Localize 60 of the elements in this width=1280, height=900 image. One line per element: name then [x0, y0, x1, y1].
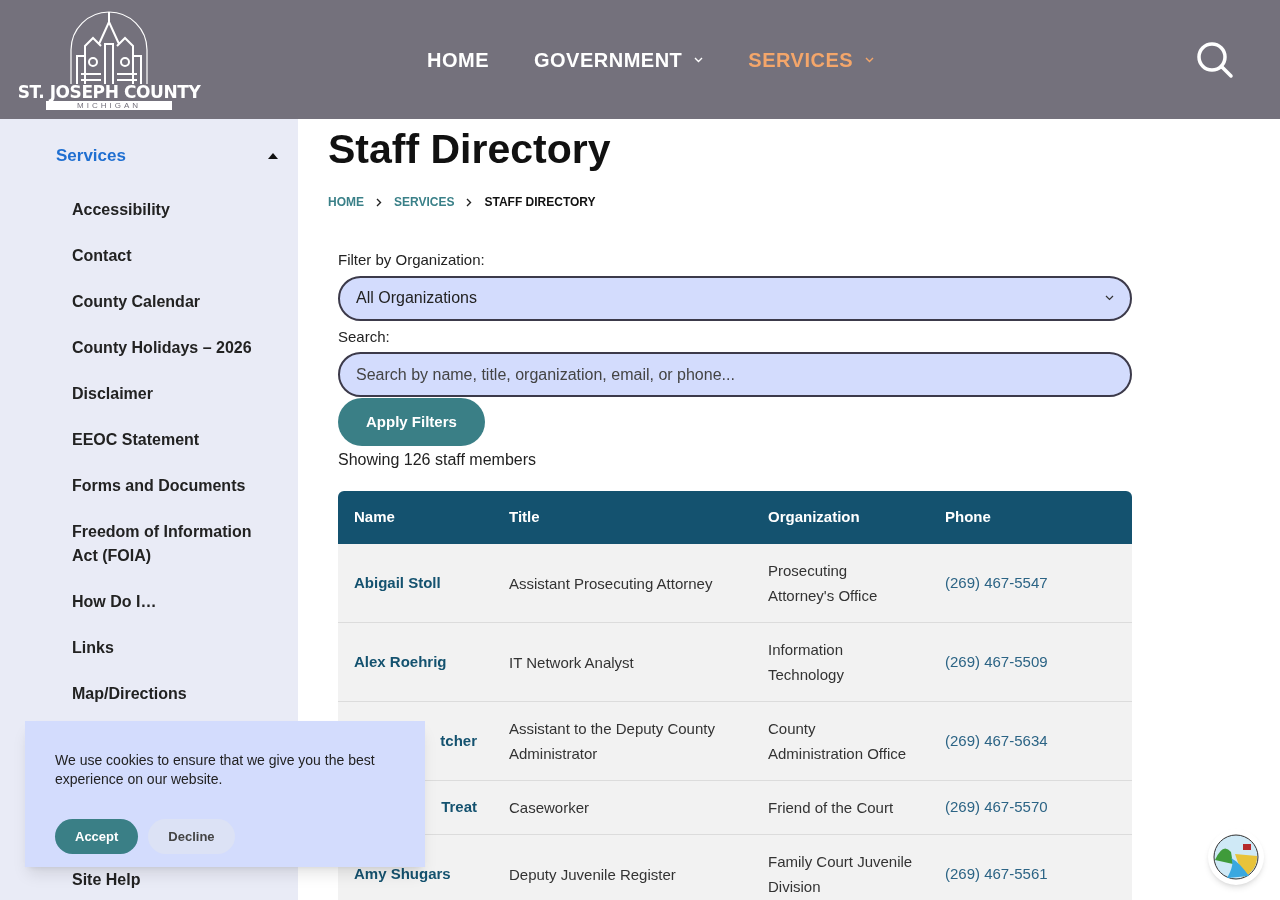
table-cell: IT Network Analyst: [493, 622, 752, 702]
sidebar-item[interactable]: Forms and Documents: [72, 473, 246, 498]
nav-link[interactable]: HOME: [427, 44, 489, 75]
table-cell: Assistant to the Deputy County Administrator: [493, 701, 752, 781]
table-cell: County Administration Office: [752, 701, 929, 781]
table-cell: Information Technology: [752, 622, 929, 702]
column-header: Organization: [752, 491, 929, 544]
name-link[interactable]: Alex Roehrig: [354, 652, 447, 670]
table-cell: Assistant Prosecuting Attorney: [493, 544, 752, 623]
result-count: Showing 126 staff members: [338, 450, 538, 470]
column-header: Phone: [929, 491, 1132, 544]
phone-link[interactable]: (269) 467-5561: [945, 864, 1048, 882]
search-label: Search:: [338, 326, 391, 347]
column-header: Name: [338, 491, 493, 544]
phone-link[interactable]: (269) 467-5509: [945, 652, 1048, 670]
cookie-message: We use cookies to ensure that we give you the best experience on our website.: [55, 751, 376, 789]
table-cell: Deputy Juvenile Register: [493, 834, 752, 900]
table-cell: Caseworker: [493, 780, 752, 835]
organization-select[interactable]: All Organizations: [338, 275, 1132, 321]
filter-label: Filter by Organization:: [338, 250, 486, 270]
logo-title: ST. JOSEPH COUNTY: [17, 83, 201, 101]
sidebar-item[interactable]: County Calendar: [72, 289, 200, 314]
sidebar-item[interactable]: Disclaimer: [72, 381, 153, 406]
sidebar-item[interactable]: Links: [72, 635, 114, 660]
caret-icon[interactable]: [268, 152, 278, 159]
sidebar-item[interactable]: Map/Directions: [72, 681, 187, 706]
table-cell: Prosecuting Attorney's Office: [752, 544, 929, 623]
table-cell: Friend of the Court: [752, 780, 929, 835]
accept-button[interactable]: Accept: [55, 819, 139, 854]
breadcrumb-link[interactable]: SERVICES: [394, 193, 455, 211]
phone-link[interactable]: (269) 467-5547: [945, 573, 1048, 591]
countryside-badge-icon[interactable]: [1208, 829, 1264, 885]
sidebar-item[interactable]: Freedom of Information Act (FOIA): [72, 519, 256, 568]
sidebar-item[interactable]: How Do I…: [72, 589, 157, 614]
chevron-right-icon: [466, 197, 473, 207]
sidebar-item[interactable]: EEOC Statement: [72, 427, 200, 452]
phone-link[interactable]: (269) 467-5570: [945, 798, 1048, 816]
chevron-down-icon: [1105, 295, 1114, 301]
breadcrumb-link[interactable]: STAFF DIRECTORY: [484, 193, 596, 211]
nav-link[interactable]: GOVERNMENT: [534, 44, 704, 75]
decline-button[interactable]: Decline: [148, 819, 235, 854]
sidebar-item[interactable]: Accessibility: [72, 197, 170, 222]
chevron-right-icon: [376, 197, 382, 207]
search-icon[interactable]: [1196, 40, 1234, 79]
sidebar-item[interactable]: County Holidays – 2026: [72, 335, 252, 360]
sidebar-item[interactable]: Site Help: [72, 867, 141, 892]
sidebar-item[interactable]: Contact: [72, 243, 132, 268]
breadcrumb-link[interactable]: HOME: [328, 193, 364, 211]
table-cell: Family Court Juvenile Division: [752, 834, 929, 900]
name-link[interactable]: Treat: [441, 798, 477, 816]
sidebar-heading[interactable]: Services: [56, 143, 126, 169]
name-link[interactable]: tcher: [440, 731, 477, 749]
logo-subtitle: MICHIGAN: [46, 100, 172, 110]
name-link[interactable]: Amy Shugars: [354, 864, 451, 882]
page-title: Staff Directory: [328, 129, 612, 170]
phone-link[interactable]: (269) 467-5634: [945, 731, 1048, 749]
apply-filters-button[interactable]: Apply Filters: [338, 398, 485, 446]
column-header: Title: [493, 491, 752, 544]
search-field[interactable]: Search by name, title, organization, email, or phone...: [338, 352, 1132, 397]
name-link[interactable]: Abigail Stoll: [354, 573, 441, 591]
